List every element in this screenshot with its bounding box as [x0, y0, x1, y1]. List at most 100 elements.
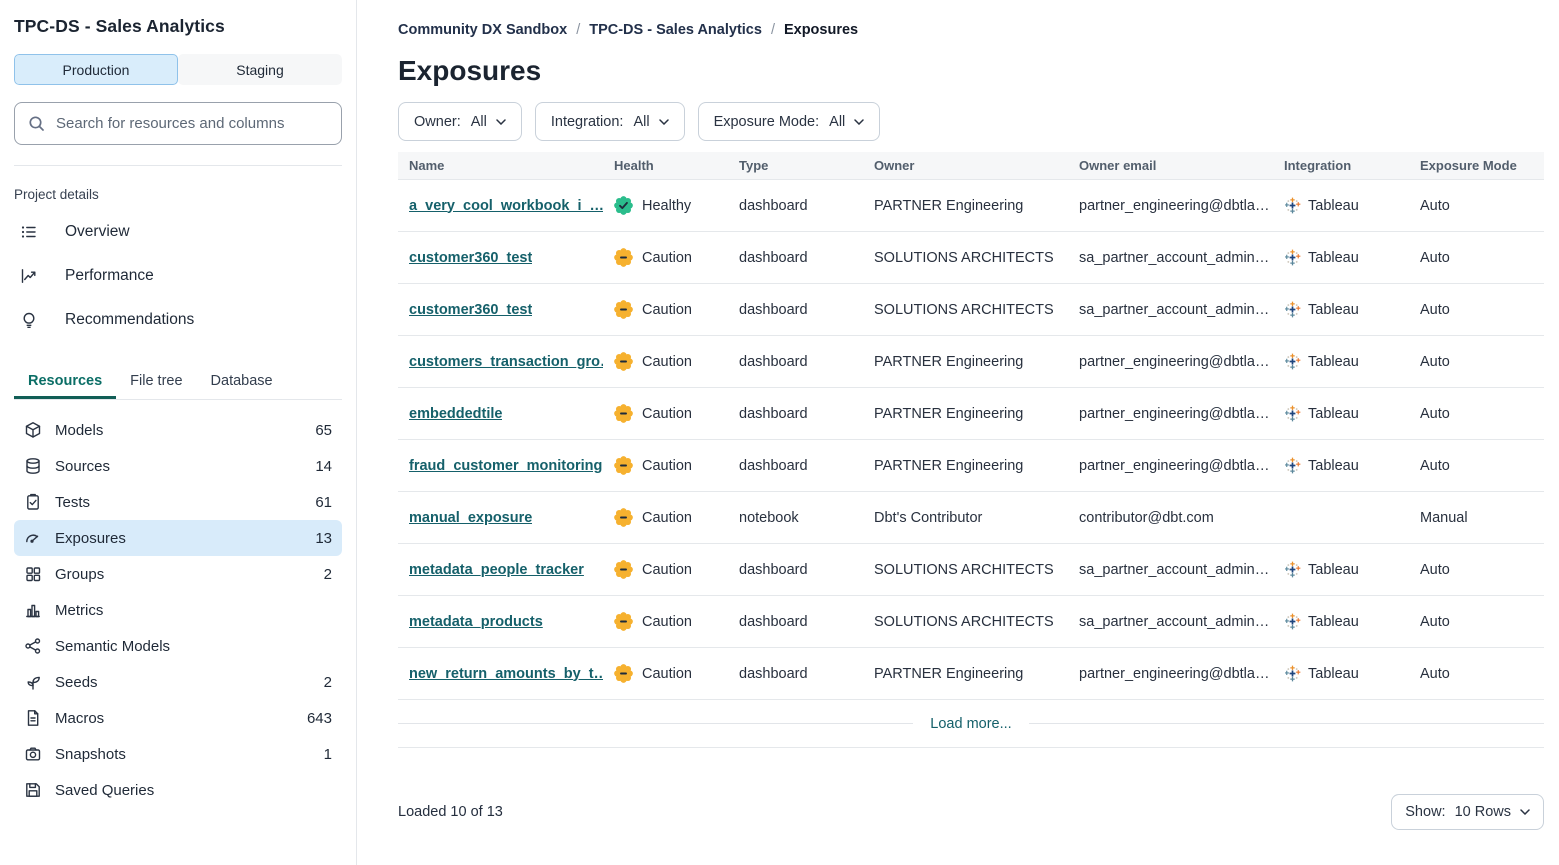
health-label: Healthy	[642, 198, 691, 214]
type-cell: dashboard	[728, 648, 863, 699]
health-label: Caution	[642, 614, 692, 630]
resource-count: 2	[324, 566, 332, 583]
exposure-name-link[interactable]: customer360_test	[409, 250, 532, 266]
database-icon	[24, 457, 42, 475]
breadcrumb-link-project[interactable]: TPC-DS - Sales Analytics	[589, 22, 762, 38]
file-text-icon	[24, 709, 42, 727]
exposure-name-link[interactable]: new_return_amounts_by_t…	[409, 666, 603, 682]
type-cell: dashboard	[728, 596, 863, 647]
resource-list: Models 65 Sources 14 Tests 61 Exposures …	[14, 412, 342, 808]
nav-label: Overview	[65, 223, 130, 241]
trend-chart-icon	[20, 267, 38, 285]
integration-label: Tableau	[1308, 562, 1359, 578]
sidebar-item-exposures[interactable]: Exposures 13	[14, 520, 342, 556]
exposure-mode-filter-dropdown[interactable]: Exposure Mode: All	[698, 102, 881, 141]
table-row: a_very_cool_workbook_i_… Healthy dashbo	[398, 180, 1544, 232]
sidebar-item-recommendations[interactable]: Recommendations	[14, 298, 342, 342]
sidebar-item-snapshots[interactable]: Snapshots 1	[14, 736, 342, 772]
breadcrumb-current: Exposures	[784, 22, 858, 38]
exposure-name-link[interactable]: metadata_people_tracker	[409, 562, 584, 578]
breadcrumb-link-account[interactable]: Community DX Sandbox	[398, 22, 567, 38]
table-row: metadata_products Caution dashboard	[398, 596, 1544, 648]
owner-filter-dropdown[interactable]: Owner: All	[398, 102, 522, 141]
type-cell: dashboard	[728, 544, 863, 595]
sidebar-item-models[interactable]: Models 65	[14, 412, 342, 448]
exposure-mode-cell: Auto	[1409, 284, 1544, 335]
table-row: metadata_people_tracker Caution dashboa	[398, 544, 1544, 596]
integration-filter-dropdown[interactable]: Integration: All	[535, 102, 685, 141]
resource-label: Snapshots	[55, 746, 126, 763]
sidebar-item-overview[interactable]: Overview	[14, 210, 342, 254]
health-badge-icon	[614, 248, 633, 267]
page-title: Exposures	[398, 55, 1545, 87]
health-badge-icon	[614, 456, 633, 475]
load-more-link[interactable]: Load more...	[913, 716, 1028, 732]
lightbulb-icon	[20, 311, 38, 329]
column-header-owner-email: Owner email	[1068, 158, 1273, 173]
sidebar-item-metrics[interactable]: Metrics	[14, 592, 342, 628]
health-label: Caution	[642, 354, 692, 370]
sidebar-item-saved-queries[interactable]: Saved Queries	[14, 772, 342, 808]
table-row: customers_transaction_gro… Caution dash	[398, 336, 1544, 388]
column-header-integration: Integration	[1273, 158, 1409, 173]
owner-cell: SOLUTIONS ARCHITECTS	[863, 284, 1068, 335]
resource-count: 1	[324, 746, 332, 763]
type-cell: notebook	[728, 492, 863, 543]
camera-icon	[24, 745, 42, 763]
tab-database[interactable]: Database	[197, 366, 287, 399]
sidebar-tabs: Resources File tree Database	[14, 366, 342, 400]
seedling-icon	[24, 673, 42, 691]
sidebar-item-tests[interactable]: Tests 61	[14, 484, 342, 520]
resource-label: Metrics	[55, 602, 103, 619]
integration-cell: Tableau	[1273, 284, 1409, 335]
env-production-button[interactable]: Production	[14, 54, 178, 85]
exposure-name-link[interactable]: customer360_test	[409, 302, 532, 318]
resource-label: Saved Queries	[55, 782, 154, 799]
tab-resources[interactable]: Resources	[14, 366, 116, 399]
exposure-name-link[interactable]: manual_exposure	[409, 510, 532, 526]
owner-email-cell: partner_engineering@dbtla…	[1068, 336, 1273, 387]
list-icon	[20, 223, 38, 241]
chevron-down-icon	[1520, 809, 1530, 815]
type-cell: dashboard	[728, 284, 863, 335]
sidebar-item-groups[interactable]: Groups 2	[14, 556, 342, 592]
divider-line	[1029, 723, 1544, 724]
integration-cell: Tableau	[1273, 388, 1409, 439]
owner-email-cell: sa_partner_account_admin…	[1068, 232, 1273, 283]
sidebar-item-semantic-models[interactable]: Semantic Models	[14, 628, 342, 664]
tab-file-tree[interactable]: File tree	[116, 366, 196, 399]
tableau-icon	[1284, 197, 1301, 214]
owner-email-cell: sa_partner_account_admin…	[1068, 596, 1273, 647]
breadcrumb-separator: /	[771, 22, 775, 38]
exposure-name-link[interactable]: a_very_cool_workbook_i_…	[409, 198, 603, 214]
chevron-down-icon	[496, 119, 506, 125]
search-box[interactable]	[14, 102, 342, 145]
sidebar-item-seeds[interactable]: Seeds 2	[14, 664, 342, 700]
resource-label: Sources	[55, 458, 110, 475]
sidebar-item-sources[interactable]: Sources 14	[14, 448, 342, 484]
integration-label: Tableau	[1308, 666, 1359, 682]
type-cell: dashboard	[728, 336, 863, 387]
type-cell: dashboard	[728, 440, 863, 491]
env-staging-button[interactable]: Staging	[178, 54, 342, 85]
owner-email-cell: sa_partner_account_admin…	[1068, 544, 1273, 595]
exposure-name-link[interactable]: fraud_customer_monitoring	[409, 458, 602, 474]
resource-count: 2	[324, 674, 332, 691]
type-cell: dashboard	[728, 232, 863, 283]
loaded-status: Loaded 10 of 13	[398, 804, 503, 820]
health-badge-icon	[614, 612, 633, 631]
sidebar-item-macros[interactable]: Macros 643	[14, 700, 342, 736]
column-header-name: Name	[398, 158, 603, 173]
exposure-name-link[interactable]: customers_transaction_gro…	[409, 354, 603, 370]
column-header-exposure-mode: Exposure Mode	[1409, 158, 1544, 173]
resource-count: 643	[307, 710, 332, 727]
health-badge-icon	[614, 404, 633, 423]
search-input[interactable]	[56, 115, 329, 132]
exposure-mode-cell: Auto	[1409, 180, 1544, 231]
exposure-name-link[interactable]: embeddedtile	[409, 406, 502, 422]
exposure-name-link[interactable]: metadata_products	[409, 614, 543, 630]
sidebar-item-performance[interactable]: Performance	[14, 254, 342, 298]
owner-cell: SOLUTIONS ARCHITECTS	[863, 232, 1068, 283]
show-rows-dropdown[interactable]: Show: 10 Rows	[1391, 794, 1544, 830]
owner-cell: PARTNER Engineering	[863, 388, 1068, 439]
